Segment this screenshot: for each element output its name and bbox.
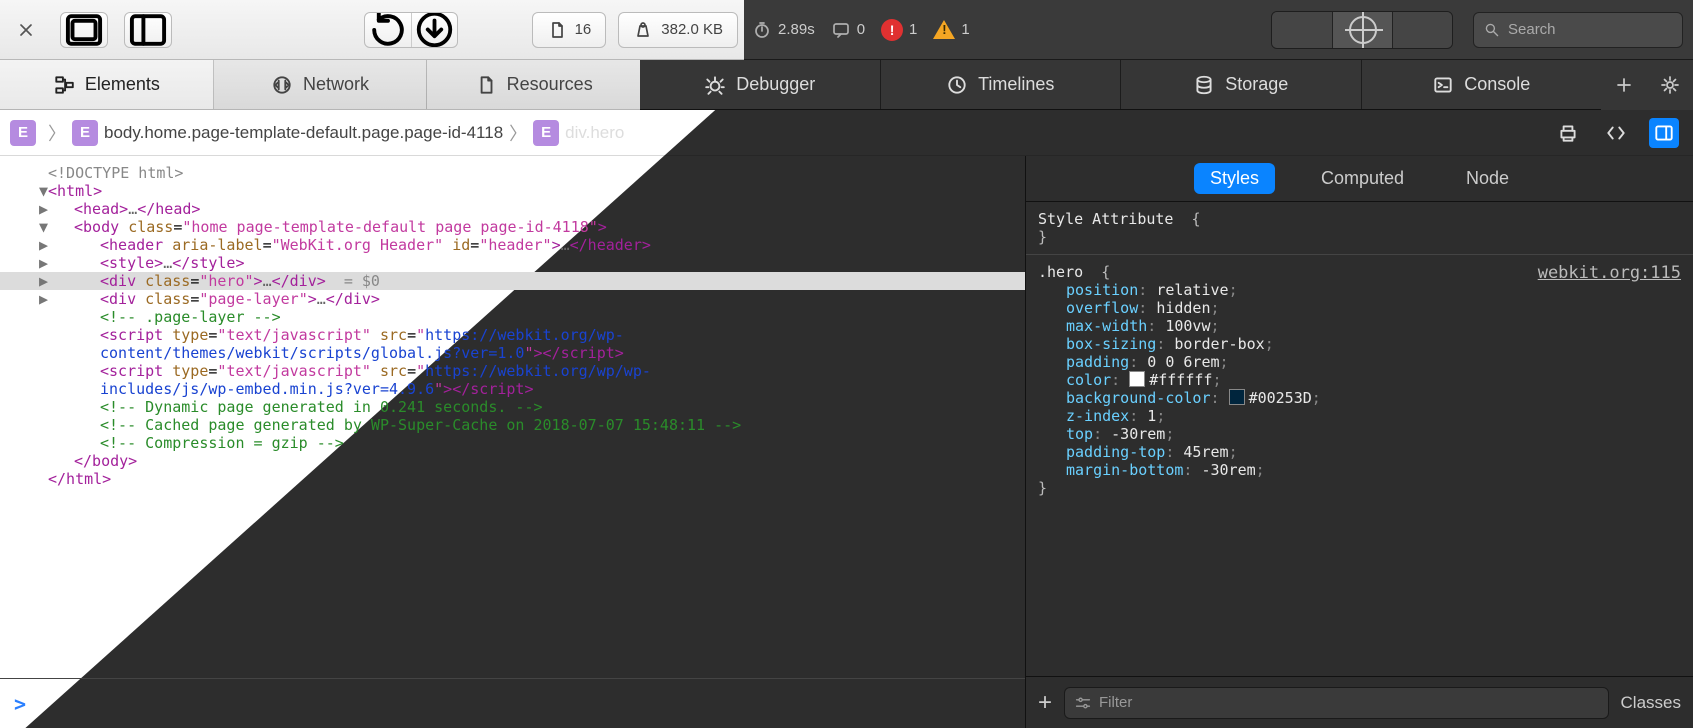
page-weight: 382.0 KB (661, 21, 723, 38)
search-icon (1484, 22, 1500, 38)
tab-timelines[interactable]: Timelines (881, 60, 1122, 109)
css-declaration[interactable]: background-color: #00253D; (1038, 389, 1681, 407)
dom-node-style[interactable]: ▶<style>…</style> (0, 254, 1025, 272)
dock-side-group[interactable] (60, 12, 108, 48)
stopwatch-icon (752, 20, 772, 40)
css-declaration[interactable]: box-sizing: border-box; (1038, 335, 1681, 353)
close-button[interactable] (4, 12, 48, 48)
resources-icon (475, 74, 497, 96)
css-declaration[interactable]: overflow: hidden; (1038, 299, 1681, 317)
document-icon (547, 20, 567, 40)
new-rule-button[interactable]: + (1038, 691, 1052, 715)
search-placeholder: Search (1508, 21, 1556, 38)
load-time: 2.89s (778, 21, 815, 38)
tab-debugger[interactable]: Debugger (640, 60, 881, 109)
document-count: 16 (575, 21, 592, 38)
document-count-pill[interactable]: 16 (532, 12, 607, 48)
dom-node-pagelayer[interactable]: ▶<div class="page-layer">…</div> (0, 290, 1025, 308)
load-time-metric[interactable]: 2.89s (752, 20, 815, 40)
message-icon (831, 20, 851, 40)
styles-filter-input[interactable]: Filter (1064, 687, 1609, 719)
dom-node-html[interactable]: ▼<html> (0, 182, 1025, 200)
dock-window-icon[interactable] (61, 13, 107, 47)
style-rule-block[interactable]: webkit.org:115 .hero { position: relativ… (1038, 263, 1681, 497)
breadcrumb-root-chip[interactable]: E (10, 120, 36, 146)
tab-elements[interactable]: Elements (0, 60, 214, 109)
sidebar-toggle-group[interactable] (124, 12, 172, 48)
download-icon[interactable] (411, 13, 457, 47)
warnings-metric[interactable]: ! 1 (933, 20, 969, 39)
warning-badge-icon: ! (933, 20, 955, 39)
print-styles-icon[interactable] (1553, 118, 1583, 148)
css-declaration[interactable]: margin-bottom: -30rem; (1038, 461, 1681, 479)
settings-gear-icon[interactable] (1647, 75, 1693, 95)
debugger-icon (704, 74, 726, 96)
search-input[interactable]: Search (1473, 12, 1683, 48)
reload-download-group[interactable] (364, 12, 458, 48)
styles-sidebar: Styles Computed Node Style Attribute {} … (1025, 156, 1693, 728)
weight-icon (633, 20, 653, 40)
dom-node-body[interactable]: ▼<body class="home page-template-default… (0, 218, 1025, 236)
dom-node-header[interactable]: ▶<header aria-label="WebKit.org Header" … (0, 236, 1025, 254)
breadcrumb-node-text[interactable]: div.hero (565, 123, 624, 143)
tab-network[interactable]: Network (214, 60, 428, 109)
storage-icon (1193, 74, 1215, 96)
breadcrumb-bar: E 〉 E body.home.page-template-default.pa… (0, 110, 1693, 156)
style-attribute-block[interactable]: Style Attribute {} (1038, 210, 1681, 246)
timelines-icon (946, 74, 968, 96)
tab-console[interactable]: Console (1362, 60, 1602, 109)
dom-tree[interactable]: <!DOCTYPE html> ▼<html> ▶<head>…</head> … (0, 156, 1025, 728)
chevron-right-icon: 〉 (48, 120, 66, 146)
left-sidebar-icon[interactable] (125, 13, 171, 47)
sidebar-tab-node[interactable]: Node (1450, 163, 1525, 194)
warning-count: 1 (961, 21, 969, 38)
messages-metric[interactable]: 0 (831, 20, 865, 40)
elements-icon (53, 74, 75, 96)
css-declaration[interactable]: max-width: 100vw; (1038, 317, 1681, 335)
element-picker-icon[interactable] (1332, 12, 1392, 48)
css-declaration[interactable]: top: -30rem; (1038, 425, 1681, 443)
console-icon (1432, 74, 1454, 96)
css-declaration[interactable]: z-index: 1; (1038, 407, 1681, 425)
dom-node-head[interactable]: ▶<head>…</head> (0, 200, 1025, 218)
tab-resources[interactable]: Resources (427, 60, 640, 109)
reload-icon[interactable] (365, 13, 411, 47)
inspect-mode-group[interactable] (1271, 11, 1453, 49)
page-weight-pill[interactable]: 382.0 KB (618, 12, 738, 48)
sidebar-tab-computed[interactable]: Computed (1305, 163, 1420, 194)
right-sidebar-toggle-icon[interactable] (1649, 118, 1679, 148)
css-declaration[interactable]: padding-top: 45rem; (1038, 443, 1681, 461)
console-chevron-icon: > (14, 692, 26, 716)
dom-node-script1[interactable]: <script type="text/javascript" src="http… (0, 326, 1025, 362)
classes-toggle[interactable]: Classes (1621, 693, 1681, 713)
network-icon (271, 74, 293, 96)
sidebar-tab-styles[interactable]: Styles (1194, 163, 1275, 194)
tab-storage[interactable]: Storage (1121, 60, 1362, 109)
inspect-left-icon[interactable] (1272, 12, 1332, 48)
error-badge-icon: ! (881, 19, 903, 41)
error-count: 1 (909, 21, 917, 38)
code-icon[interactable] (1601, 118, 1631, 148)
dom-node-script2[interactable]: <script type="text/javascript" src="http… (0, 362, 1025, 398)
filter-icon (1075, 695, 1091, 711)
breadcrumb-body-text[interactable]: body.home.page-template-default.page.pag… (104, 123, 503, 143)
toolbar: 16 382.0 KB 2.89s 0 ! 1 ! 1 (0, 0, 1693, 60)
new-tab-button[interactable] (1601, 75, 1647, 95)
message-count: 0 (857, 21, 865, 38)
tab-bar: Elements Network Resources Debugger Time… (0, 60, 1693, 110)
chevron-right-icon: 〉 (509, 120, 527, 146)
css-declaration[interactable]: position: relative; (1038, 281, 1681, 299)
console-prompt[interactable]: > (0, 678, 1025, 728)
style-source-link[interactable]: webkit.org:115 (1538, 263, 1681, 283)
css-declaration[interactable]: padding: 0 0 6rem; (1038, 353, 1681, 371)
breadcrumb-node-chip[interactable]: E (533, 120, 559, 146)
css-declaration[interactable]: color: #ffffff; (1038, 371, 1681, 389)
dom-node-hero[interactable]: ▶<div class="hero">…</div> = $0 (0, 272, 1025, 290)
errors-metric[interactable]: ! 1 (881, 19, 917, 41)
breadcrumb-body-chip[interactable]: E (72, 120, 98, 146)
inspect-right-icon[interactable] (1392, 12, 1452, 48)
sidebar-tabs: Styles Computed Node (1026, 156, 1693, 202)
